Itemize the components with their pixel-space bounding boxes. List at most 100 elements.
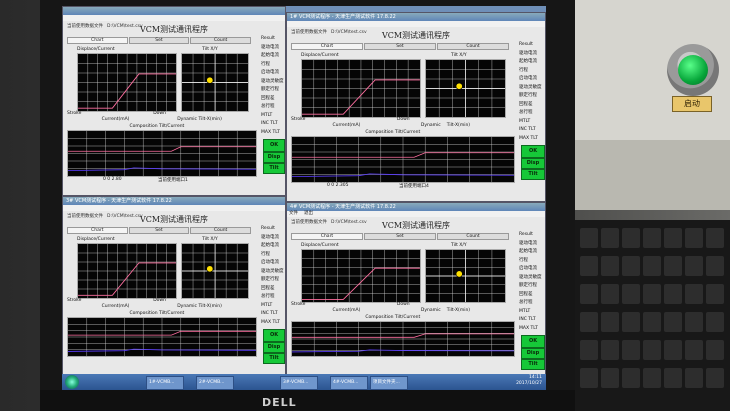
keyboard-key[interactable] [580, 312, 598, 332]
keyboard-key[interactable] [706, 312, 724, 332]
keyboard-key[interactable] [643, 228, 661, 248]
tab-set[interactable]: Set [364, 233, 436, 240]
keyboard-key[interactable] [601, 312, 619, 332]
taskbar-item-4[interactable]: 4#-VCMB... [330, 376, 368, 390]
keyboard-key[interactable] [685, 228, 703, 248]
tab-set[interactable]: Set [128, 227, 190, 234]
menu-item[interactable]: 退出 [304, 211, 313, 216]
keyboard [572, 220, 730, 411]
taskbar-item-2[interactable]: 2#-VCMB... [196, 376, 234, 390]
tab-set[interactable]: Set [128, 37, 190, 44]
composition-plot-canvas [67, 131, 257, 176]
menu-item[interactable]: 文件 [289, 211, 298, 216]
start-menu-icon[interactable] [65, 375, 79, 389]
keyboard-key[interactable] [706, 256, 724, 276]
keyboard-key[interactable] [622, 340, 640, 360]
keyboard-key[interactable] [622, 256, 640, 276]
keyboard-key[interactable] [706, 228, 724, 248]
disp-button[interactable]: Disp [263, 342, 285, 353]
ok-button[interactable]: OK [521, 335, 545, 348]
result-item: 总行程 [519, 300, 533, 305]
app-window-4[interactable]: 4# VCM测试程序 - 天津生产测试软件 17.8.22 文件 退出 当前使用数据文… [286, 202, 546, 376]
tilt-xlabel: Tilt-X(min) [198, 304, 222, 309]
keyboard-key[interactable] [706, 340, 724, 360]
keyboard-key[interactable] [601, 340, 619, 360]
keyboard-key[interactable] [685, 340, 703, 360]
tilt-button[interactable]: Tilt [263, 163, 285, 174]
keyboard-key[interactable] [622, 312, 640, 332]
window-titlebar[interactable]: 1# VCM测试程序 - 天津生产测试软件 17.8.22 [287, 13, 545, 21]
tab-chart[interactable]: Chart [291, 43, 363, 50]
keyboard-key[interactable] [706, 368, 724, 388]
keyboard-key[interactable] [706, 284, 724, 304]
app-window-3[interactable]: 3# VCM测试程序 - 天津生产测试软件 17.8.22 当前使用数据文件 D:\… [62, 196, 286, 376]
window-titlebar[interactable] [63, 7, 285, 15]
keyboard-key[interactable] [685, 256, 703, 276]
disp-button[interactable]: Disp [263, 152, 285, 163]
start-push-button[interactable] [667, 44, 719, 96]
keyboard-key[interactable] [643, 312, 661, 332]
plot-title-composition: Composition Tilt/Current [129, 311, 185, 316]
keyboard-key[interactable] [580, 340, 598, 360]
taskbar-item-1[interactable]: 1#-VCMB... [146, 376, 184, 390]
tab-chart[interactable]: Chart [67, 227, 128, 234]
keyboard-key[interactable] [643, 368, 661, 388]
taskbar-item-3[interactable]: 3#-VCMB... [280, 376, 318, 390]
tilt-button[interactable]: Tilt [263, 353, 285, 364]
keyboard-key[interactable] [622, 228, 640, 248]
keyboard-key[interactable] [580, 228, 598, 248]
composition-plot-canvas [67, 318, 257, 356]
composition-plot [291, 321, 515, 357]
keyboard-key[interactable] [643, 340, 661, 360]
keyboard-key[interactable] [643, 284, 661, 304]
keyboard-key[interactable] [664, 256, 682, 276]
disp-button[interactable]: Disp [521, 348, 545, 359]
tab-count[interactable]: Count [437, 233, 509, 240]
app-title: VCM测试通讯程序 [381, 31, 451, 40]
keyboard-key[interactable] [601, 256, 619, 276]
window-titlebar[interactable]: 4# VCM测试程序 - 天津生产测试软件 17.8.22 [287, 203, 545, 211]
composition-plot-canvas [291, 137, 515, 182]
keyboard-key[interactable] [664, 228, 682, 248]
keyboard-key[interactable] [601, 368, 619, 388]
disp-button[interactable]: Disp [521, 158, 545, 169]
taskbar-item-5[interactable]: 项目文件夹... [370, 376, 408, 390]
keyboard-key[interactable] [664, 340, 682, 360]
window-titlebar[interactable]: 3# VCM测试程序 - 天津生产测试软件 17.8.22 [63, 197, 285, 205]
result-item: 启动电流 [261, 70, 279, 75]
keyboard-key[interactable] [622, 368, 640, 388]
keyboard-key[interactable] [622, 284, 640, 304]
keyboard-key[interactable] [664, 312, 682, 332]
keyboard-key[interactable] [664, 368, 682, 388]
result-item: 额定行程 [261, 277, 279, 282]
taskbar-clock: 14:11 2017/10/27 [516, 375, 542, 387]
tab-chart[interactable]: Chart [291, 233, 363, 240]
keyboard-key[interactable] [685, 312, 703, 332]
tab-count[interactable]: Count [190, 227, 251, 234]
keyboard-key[interactable] [643, 256, 661, 276]
tilt-xy-plot-canvas [182, 244, 249, 298]
keyboard-key[interactable] [580, 284, 598, 304]
tab-set[interactable]: Set [364, 43, 436, 50]
tilt-xy-plot-canvas [182, 54, 249, 111]
app-title: VCM测试通讯程序 [381, 221, 451, 230]
tilt-button[interactable]: Tilt [521, 169, 545, 180]
tab-chart[interactable]: Chart [67, 37, 128, 44]
result-item: 回程差 [261, 95, 275, 101]
ok-button[interactable]: OK [521, 145, 545, 158]
ok-button[interactable]: OK [263, 329, 285, 342]
keyboard-key[interactable] [685, 284, 703, 304]
result-item: 驱动灵敏度 [261, 268, 284, 274]
keyboard-key[interactable] [601, 284, 619, 304]
app-window-2[interactable]: 1# VCM测试程序 - 天津生产测试软件 17.8.22 当前使用数据文件 D:\… [286, 12, 546, 202]
keyboard-key[interactable] [601, 228, 619, 248]
keyboard-key[interactable] [580, 256, 598, 276]
tilt-button[interactable]: Tilt [521, 359, 545, 370]
keyboard-key[interactable] [580, 368, 598, 388]
ok-button[interactable]: OK [263, 139, 285, 152]
tab-count[interactable]: Count [437, 43, 509, 50]
tab-count[interactable]: Count [190, 37, 251, 44]
keyboard-key[interactable] [685, 368, 703, 388]
keyboard-key[interactable] [664, 284, 682, 304]
app-window-1[interactable]: 当前使用数据文件 D:\VCM\test.csv VCM测试通讯程序 Chart Set… [62, 6, 286, 196]
